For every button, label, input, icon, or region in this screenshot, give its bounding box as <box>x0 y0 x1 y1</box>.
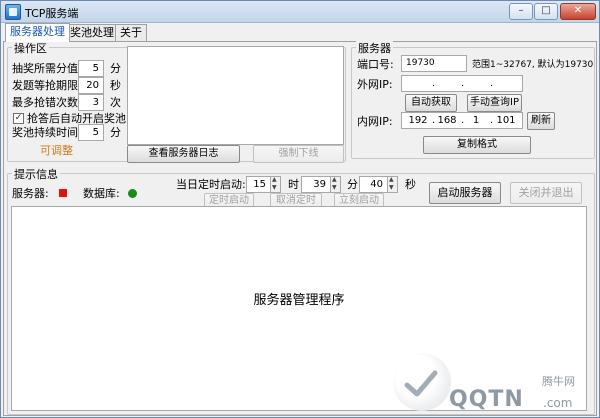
points-required-label: 抽奖所需分值: <box>12 62 82 75</box>
minimize-button[interactable]: – <box>509 3 533 20</box>
daily-schedule-label: 当日定时启动: <box>176 178 246 191</box>
pool-duration-unit: 分 <box>110 126 121 139</box>
max-wrong-attempts-label: 最多抢错次数: <box>12 96 82 109</box>
window-title: TCP服务端 <box>25 7 79 20</box>
external-ip-input[interactable]: . . . <box>401 75 523 92</box>
database-status-label: 数据库: <box>83 187 120 200</box>
tab-prize-pool[interactable]: 奖池处理 <box>65 24 119 41</box>
schedule-second-unit: 秒 <box>405 178 416 191</box>
maximize-button[interactable]: □ <box>534 3 558 20</box>
max-wrong-attempts-input[interactable]: 3 <box>78 94 104 111</box>
database-status-indicator <box>128 189 137 198</box>
watermark-site-name: 腾牛网 <box>542 375 575 388</box>
ip-separator: . <box>461 78 465 89</box>
max-wrong-attempts-unit: 次 <box>110 96 121 109</box>
copy-format-button[interactable]: 复制格式 <box>423 136 531 154</box>
ip-separator: . <box>490 115 494 126</box>
port-range-hint: 范围1~32767, 默认为19730 <box>472 60 594 70</box>
auto-open-pool-checkbox[interactable]: ✓ <box>13 113 24 124</box>
watermark-domain: .com <box>543 396 573 410</box>
adjustable-hint: 可调整 <box>40 144 73 157</box>
ip-octet-4: 101 <box>496 115 516 126</box>
pool-duration-input[interactable]: 5 <box>78 124 104 141</box>
internal-ip-input[interactable]: 192 . 168 . 1 . 101 <box>401 112 523 129</box>
console-title: 服务器管理程序 <box>253 293 345 308</box>
schedule-second-spinner[interactable] <box>388 176 398 193</box>
force-offline-button[interactable]: 强制下线 <box>253 145 344 163</box>
server-group-title: 服务器 <box>356 40 393 56</box>
schedule-second-input[interactable]: 40 <box>359 176 388 193</box>
schedule-hour-spinner[interactable] <box>271 176 281 193</box>
start-server-button[interactable]: 启动服务器 <box>429 182 501 204</box>
close-button[interactable]: ✕ <box>560 3 596 20</box>
server-status-indicator <box>59 189 67 197</box>
ip-octet-1: 192 <box>408 115 428 126</box>
ip-separator: . <box>432 115 436 126</box>
watermark-brand: QQTN <box>449 387 524 412</box>
log-view-panel <box>127 46 344 145</box>
auto-open-pool-label: 抢答后自动开启奖池 <box>27 112 126 125</box>
schedule-hour-unit: 时 <box>288 178 299 191</box>
ip-separator: . <box>490 78 494 89</box>
pool-duration-label: 奖池持续时间: <box>12 126 82 139</box>
app-window: TCP服务端 – □ ✕ 服务器处理 奖池处理 关于 操作区 抽奖所需分值: 5… <box>0 0 600 418</box>
tab-about[interactable]: 关于 <box>115 24 147 41</box>
schedule-minute-spinner[interactable] <box>331 176 341 193</box>
manual-query-ip-button[interactable]: 手动查询IP <box>467 94 522 112</box>
ip-separator: . <box>461 115 465 126</box>
schedule-minute-input[interactable]: 39 <box>301 176 331 193</box>
points-required-unit: 分 <box>110 62 121 75</box>
operations-group-title: 操作区 <box>12 40 49 56</box>
answer-time-limit-label: 发题等抢期限: <box>12 79 82 92</box>
port-label: 端口号: <box>357 58 394 71</box>
app-icon <box>5 4 21 20</box>
server-status-label: 服务器: <box>12 187 49 200</box>
title-bar[interactable]: TCP服务端 – □ ✕ <box>1 1 599 23</box>
console-area: 服务器管理程序 <box>11 206 587 411</box>
schedule-minute-unit: 分 <box>347 178 358 191</box>
view-server-log-button[interactable]: 查看服务器日志 <box>127 145 240 163</box>
points-required-input[interactable]: 5 <box>78 60 104 77</box>
watermark-checkmark-icon <box>404 370 438 397</box>
refresh-ip-button[interactable]: 刷新 <box>527 112 555 130</box>
ip-octet-3: 1 <box>472 115 480 126</box>
external-ip-label: 外网IP: <box>357 78 393 91</box>
internal-ip-label: 内网IP: <box>357 115 393 128</box>
auto-get-ip-button[interactable]: 自动获取 <box>405 94 457 112</box>
tab-server-processing[interactable]: 服务器处理 <box>5 23 70 42</box>
ip-octet-2: 168 <box>437 115 457 126</box>
info-group-title: 提示信息 <box>12 166 60 182</box>
close-and-exit-button[interactable]: 关闭并退出 <box>510 182 582 204</box>
port-input[interactable]: 19730 <box>401 55 467 72</box>
ip-separator: . <box>432 78 436 89</box>
answer-time-limit-unit: 秒 <box>110 79 121 92</box>
answer-time-limit-input[interactable]: 20 <box>78 77 104 94</box>
schedule-hour-input[interactable]: 15 <box>246 176 271 193</box>
